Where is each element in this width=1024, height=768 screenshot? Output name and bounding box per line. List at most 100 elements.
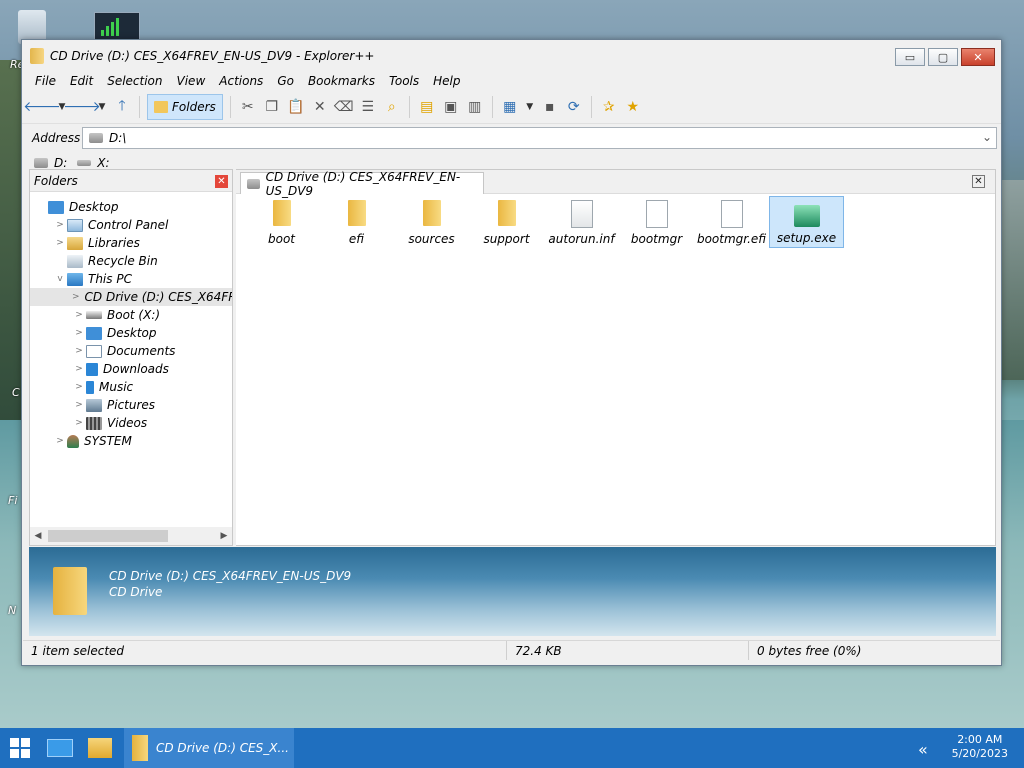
start-button[interactable] <box>0 728 40 768</box>
expand-chevron-icon[interactable]: > <box>72 418 86 428</box>
file-item[interactable]: efi <box>319 196 394 248</box>
expand-chevron-icon[interactable]: > <box>53 436 67 446</box>
scroll-right-icon[interactable]: ▶ <box>216 531 232 541</box>
videos-icon <box>86 416 102 430</box>
folders-toggle-button[interactable]: Folders <box>147 93 223 120</box>
expand-chevron-icon[interactable]: > <box>72 310 86 320</box>
tree-item[interactable]: > Pictures <box>30 396 232 414</box>
tab-cd-drive[interactable]: CD Drive (D:) CES_X64FREV_EN-US_DV9 <box>240 170 484 198</box>
menu-actions[interactable]: Actions <box>212 74 270 88</box>
drive-button-d[interactable]: D: <box>34 156 67 170</box>
command-prompt-icon[interactable]: ▪ <box>540 96 560 118</box>
close-button[interactable]: ✕ <box>961 48 995 66</box>
expand-chevron-icon[interactable]: > <box>72 328 86 338</box>
taskbar-file-explorer-button[interactable] <box>80 728 120 768</box>
documents-icon <box>86 344 102 358</box>
refresh-icon[interactable]: ⟳ <box>564 96 584 118</box>
system-clock[interactable]: 2:00 AM 5/20/2023 <box>952 733 1008 761</box>
forward-dropdown-icon[interactable]: ▼ <box>96 96 108 118</box>
add-bookmark-icon[interactable]: ✰ <box>599 96 619 118</box>
menu-go[interactable]: Go <box>270 74 301 88</box>
scrollbar-thumb[interactable] <box>48 530 168 542</box>
move-to-icon[interactable]: ▥ <box>465 96 485 118</box>
music-icon <box>86 380 94 394</box>
file-item[interactable]: boot <box>244 196 319 248</box>
tree-item-label: Control Panel <box>88 218 169 232</box>
forward-arrow-icon[interactable]: 🡒 <box>63 96 101 118</box>
paste-icon[interactable]: 📋 <box>286 96 306 118</box>
search-icon[interactable]: ⌕ <box>382 96 402 118</box>
tree-item[interactable]: > Music <box>30 378 232 396</box>
expand-chevron-icon[interactable]: > <box>72 292 80 302</box>
new-folder-icon[interactable]: ▤ <box>417 96 437 118</box>
menu-help[interactable]: Help <box>426 74 467 88</box>
tree-item[interactable]: > Boot (X:) <box>30 306 232 324</box>
tree-item[interactable]: > SYSTEM <box>30 432 232 450</box>
scroll-left-icon[interactable]: ◀ <box>30 531 46 541</box>
taskbar-desktop-button[interactable] <box>40 728 80 768</box>
delete-permanently-icon[interactable]: ⌫ <box>334 96 354 118</box>
tree-item[interactable]: Recycle Bin <box>30 252 232 270</box>
file-item[interactable]: bootmgr <box>619 196 694 248</box>
address-value: D:\ <box>109 131 127 145</box>
file-item[interactable]: support <box>469 196 544 248</box>
file-item[interactable]: sources <box>394 196 469 248</box>
folders-pane-title: Folders <box>34 173 78 188</box>
tree-item[interactable]: v This PC <box>30 270 232 288</box>
close-tab-button[interactable]: ✕ <box>972 175 985 188</box>
tree-item[interactable]: > Control Panel <box>30 216 232 234</box>
status-bar: 1 item selected 72.4 KB 0 bytes free (0%… <box>23 640 1000 660</box>
drive-button-x[interactable]: X: <box>77 156 110 170</box>
menu-tools[interactable]: Tools <box>382 74 426 88</box>
tree-item[interactable]: Desktop <box>30 198 232 216</box>
expand-chevron-icon[interactable]: > <box>53 220 67 230</box>
tree-item[interactable]: > Downloads <box>30 360 232 378</box>
menu-edit[interactable]: Edit <box>63 74 100 88</box>
tree-item[interactable]: > CD Drive (D:) CES_X64FREV_EN-US_DV9 <box>30 288 232 306</box>
collapse-chevron-icon[interactable]: v <box>53 274 67 284</box>
minimize-button[interactable]: ▭ <box>895 48 925 66</box>
desktop-monitor-icon[interactable] <box>94 12 140 40</box>
views-icon[interactable]: ▦ <box>500 96 520 118</box>
expand-chevron-icon[interactable]: > <box>53 238 67 248</box>
chevron-down-icon[interactable]: ⌄ <box>982 130 992 144</box>
toolbar-separator <box>408 95 410 118</box>
cut-icon[interactable]: ✂ <box>238 96 258 118</box>
expand-chevron-icon[interactable]: > <box>72 400 86 410</box>
file-item[interactable]: setup.exe <box>769 196 844 248</box>
back-arrow-icon[interactable]: 🡐 <box>23 96 61 118</box>
menu-selection[interactable]: Selection <box>100 74 169 88</box>
tree-item[interactable]: > Videos <box>30 414 232 432</box>
maximize-button[interactable]: ▢ <box>928 48 958 66</box>
file-item[interactable]: autorun.inf <box>544 196 619 248</box>
tray-chevron-icon[interactable]: « <box>918 740 928 759</box>
taskbar-explorer-task[interactable]: CD Drive (D:) CES_X... <box>124 728 294 768</box>
up-arrow-icon[interactable]: 🡑 <box>112 96 132 118</box>
file-icon <box>645 200 668 228</box>
expand-chevron-icon[interactable]: > <box>72 382 86 392</box>
copy-to-icon[interactable]: ▣ <box>441 96 461 118</box>
copy-icon[interactable]: ❐ <box>262 96 282 118</box>
folder-icon <box>272 200 291 226</box>
tree-item[interactable]: > Documents <box>30 342 232 360</box>
views-dropdown-icon[interactable]: ▼ <box>524 96 536 118</box>
bookmarks-icon[interactable]: ★ <box>623 96 643 118</box>
tree-horizontal-scrollbar[interactable]: ◀ ▶ <box>30 527 232 545</box>
tab-label: CD Drive (D:) CES_X64FREV_EN-US_DV9 <box>265 169 461 198</box>
expand-chevron-icon[interactable]: > <box>72 364 86 374</box>
tree-item[interactable]: > Desktop <box>30 324 232 342</box>
tree-item[interactable]: > Libraries <box>30 234 232 252</box>
menu-view[interactable]: View <box>170 74 213 88</box>
pictures-icon <box>86 398 102 412</box>
file-name: sources <box>408 232 455 246</box>
properties-icon[interactable]: ☰ <box>358 96 378 118</box>
file-item[interactable]: bootmgr.efi <box>694 196 769 248</box>
menu-file[interactable]: File <box>28 74 63 88</box>
menu-bookmarks[interactable]: Bookmarks <box>301 74 382 88</box>
expand-chevron-icon[interactable]: > <box>72 346 86 356</box>
close-folders-pane-button[interactable]: ✕ <box>215 175 228 188</box>
delete-icon[interactable]: ✕ <box>310 96 330 118</box>
title-bar[interactable]: CD Drive (D:) CES_X64FREV_EN-US_DV9 - Ex… <box>22 40 1001 72</box>
address-input[interactable]: D:\ ⌄ <box>82 127 997 149</box>
tree-item-label: Downloads <box>103 362 169 376</box>
